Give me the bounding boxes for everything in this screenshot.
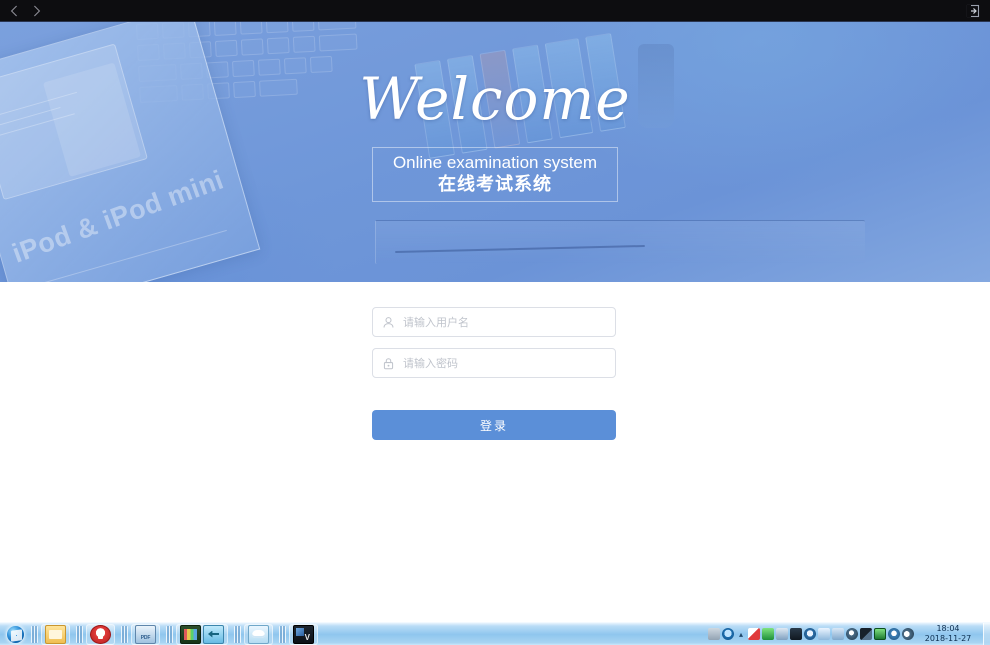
taskbar-grip[interactable] [166, 625, 173, 643]
antivirus-icon[interactable] [90, 624, 111, 644]
globe-icon[interactable] [846, 628, 858, 640]
hero-banner: iPod & iPod mini Welcome Online examinat… [0, 22, 990, 282]
taskbar-grip[interactable] [279, 625, 286, 643]
user-icon [373, 308, 403, 336]
quicklaunch-group-1 [41, 623, 70, 645]
system-title-cn: 在线考试系统 [438, 173, 552, 194]
chevron-right-icon[interactable] [30, 3, 44, 19]
lock-icon [373, 349, 403, 377]
network-tool-icon[interactable] [203, 624, 224, 644]
chevron-left-icon[interactable] [7, 3, 21, 19]
input-method-icon[interactable] [888, 628, 900, 640]
clock-date: 2018-11-27 [924, 634, 972, 643]
pdf-label: PDF [140, 634, 151, 641]
login-area: 登录 [0, 282, 990, 622]
quicklaunch-group-3: PDF [131, 623, 160, 645]
taskbar-grip[interactable] [234, 625, 241, 643]
quicklaunch-group-4 [176, 623, 228, 645]
username-input[interactable] [403, 308, 615, 336]
bird-icon[interactable] [860, 628, 872, 640]
printer-icon[interactable] [790, 628, 802, 640]
login-form: 登录 [372, 307, 616, 440]
welcome-heading: Welcome [359, 65, 631, 133]
browser-top-bar [0, 0, 990, 22]
mail-icon[interactable] [832, 628, 844, 640]
screen-capture-icon[interactable] [874, 628, 886, 640]
taskbar-grip[interactable] [76, 625, 83, 643]
system-title-en: Online examination system [392, 153, 598, 173]
update-icon[interactable] [818, 628, 830, 640]
usb-device-icon[interactable] [776, 628, 788, 640]
taskbar: PDF ▴ [0, 622, 990, 645]
taskbar-grip[interactable] [31, 625, 38, 643]
password-field[interactable] [372, 348, 616, 378]
red-marker-icon[interactable] [748, 628, 760, 640]
quicklaunch-group-5 [244, 623, 273, 645]
display-icon[interactable] [804, 628, 816, 640]
quicklaunch-group-2 [86, 623, 115, 645]
windows-start-orb-icon[interactable] [2, 624, 28, 645]
username-field[interactable] [372, 307, 616, 337]
system-title-box: Online examination system 在线考试系统 [372, 147, 618, 202]
cloud-storage-icon[interactable] [248, 624, 269, 644]
sound-mixer-icon[interactable] [762, 628, 774, 640]
taskbar-clock[interactable]: 18:04 2018-11-27 [919, 624, 977, 645]
dark-app-icon[interactable] [293, 624, 314, 644]
login-button[interactable]: 登录 [372, 410, 616, 440]
tray-hidden-icon[interactable] [708, 628, 720, 640]
navigation-arrows [0, 3, 44, 19]
help-icon[interactable] [722, 628, 734, 640]
exit-fullscreen-icon[interactable] [962, 2, 984, 20]
hero-content: Welcome Online examination system 在线考试系统 [0, 22, 990, 282]
volume-icon[interactable] [902, 628, 914, 640]
taskbar-grip[interactable] [121, 625, 128, 643]
login-page: iPod & iPod mini Welcome Online examinat… [0, 0, 990, 645]
file-explorer-icon[interactable] [45, 624, 66, 644]
clock-time: 18:04 [936, 624, 960, 633]
show-desktop-button[interactable] [983, 622, 990, 645]
video-editor-icon[interactable] [180, 624, 201, 644]
system-tray: ▴ 18:04 2018-11-27 [708, 624, 981, 645]
pdf-reader-icon[interactable]: PDF [135, 624, 156, 644]
chevron-up-icon[interactable]: ▴ [736, 626, 746, 642]
password-input[interactable] [403, 349, 615, 377]
quicklaunch-group-6 [289, 623, 318, 645]
